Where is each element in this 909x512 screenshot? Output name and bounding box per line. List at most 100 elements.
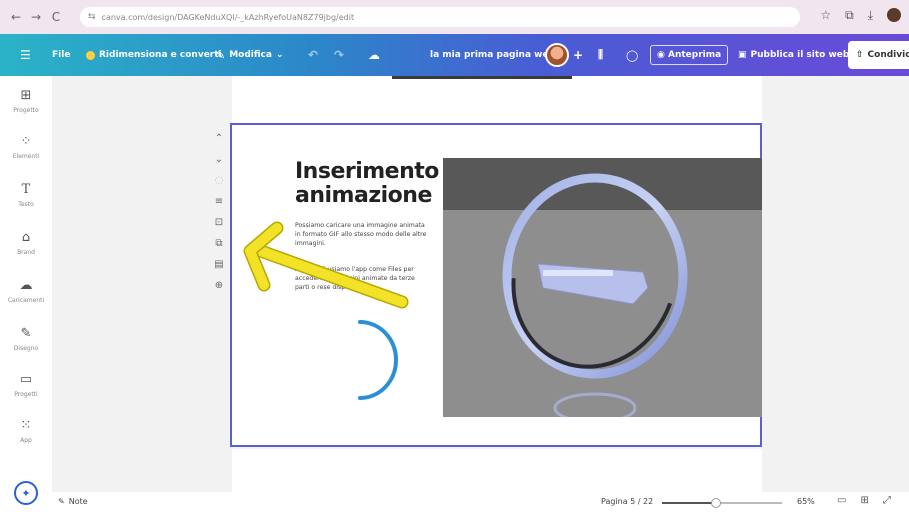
share-upload-icon: ⇧: [856, 50, 864, 60]
brand-icon: ⌂: [21, 230, 31, 245]
magic-assistant-button[interactable]: ✦: [14, 481, 38, 505]
website-icon: ▣: [738, 50, 747, 60]
undo-button[interactable]: ↶: [308, 34, 318, 76]
sidebar-item-brand[interactable]: ⌂ Brand: [0, 230, 52, 256]
move-page-up-icon[interactable]: ⌃: [215, 128, 223, 149]
animated-gif-image[interactable]: [443, 158, 762, 417]
sidebar-item-label: Brand: [17, 249, 35, 256]
notes-icon: ✎: [58, 497, 65, 506]
sidebar-item-label: Progetto: [13, 107, 39, 114]
chevron-down-icon: ⌄: [275, 50, 284, 60]
fullscreen-icon[interactable]: ⤢: [883, 495, 891, 506]
redo-button[interactable]: ↷: [334, 34, 344, 76]
grid-view-icon[interactable]: ⊞: [860, 495, 868, 506]
preview-button[interactable]: ◉ Anteprima: [650, 34, 729, 76]
address-bar[interactable]: ⇆ canva.com/design/DAGKeNduXQI/-_kAzhRye…: [80, 7, 800, 27]
redo-icon: ↷: [334, 48, 345, 62]
comment-icon: ◯: [626, 48, 639, 62]
sidebar-item-elements[interactable]: ⁘ Elementi: [0, 134, 52, 160]
slide-title-line1: Inserimento: [295, 159, 439, 184]
save-status-button[interactable]: ☁: [368, 34, 380, 76]
pencil-icon: ✎: [216, 48, 226, 62]
preview-button-frame: ◉ Anteprima: [650, 45, 729, 65]
page-indicator[interactable]: Pagina 5 / 22: [601, 497, 653, 506]
browser-profile-avatar[interactable]: [887, 8, 901, 22]
preview-label: Anteprima: [668, 50, 722, 60]
publish-label: Pubblica il sito web: [750, 50, 850, 60]
slide-paragraph-1[interactable]: Possiamo caricare una immagine animata i…: [295, 221, 430, 248]
text-icon: T: [21, 182, 31, 197]
upload-cloud-icon: ☁: [19, 278, 33, 293]
collaborator-avatar[interactable]: +: [545, 34, 583, 76]
page-side-tools: ⌃ ⌄ ◌ ≡ ⊡ ⧉ ▤ ⊕: [210, 128, 228, 296]
download-icon[interactable]: ⤓: [868, 8, 873, 23]
delete-page-icon[interactable]: ▤: [214, 254, 223, 275]
zoom-level[interactable]: 65%: [797, 497, 815, 506]
editor-toolbar: ☰ File Ridimensiona e converti ✎ Modific…: [0, 34, 909, 76]
layout-icon: ⊞: [20, 88, 32, 103]
site-info-icon[interactable]: ⇆: [88, 12, 96, 22]
folder-icon: ▭: [19, 372, 33, 387]
zoom-slider[interactable]: [662, 498, 782, 508]
share-button[interactable]: ⇧ Condividi: [848, 41, 909, 69]
zoom-slider-handle[interactable]: [711, 498, 721, 508]
sidebar-item-text[interactable]: T Testo: [0, 182, 52, 208]
bottom-status-bar: ✎ Note Pagina 5 / 22 65% ▭ ⊞ ⤢: [52, 492, 909, 512]
browser-actions: ☆ ⧉ ⤓: [820, 8, 901, 23]
edit-mode-label: Modifica: [229, 50, 272, 60]
undo-icon: ↶: [308, 48, 319, 62]
sidebar-item-label: App: [20, 437, 32, 444]
share-label: Condividi: [867, 50, 909, 60]
notes-button[interactable]: ✎ Note: [58, 497, 88, 506]
publish-website-button[interactable]: ▣ Pubblica il sito web: [738, 34, 849, 76]
sidebar-item-projects[interactable]: ▭ Progetti: [0, 372, 52, 398]
bookmark-star-icon[interactable]: ☆: [820, 8, 831, 23]
slide-paragraph-2[interactable]: Altrimenti usiamo l'app come Files per a…: [295, 265, 430, 292]
next-page-preview[interactable]: [232, 449, 762, 492]
design-title[interactable]: la mia prima pagina web: [430, 34, 555, 76]
shapes-icon: ⁘: [20, 134, 32, 149]
url-text: canva.com/design/DAGKeNduXQI/-_kAzhRyefo…: [101, 12, 355, 22]
add-page-icon[interactable]: ⊕: [215, 275, 223, 296]
previous-page-preview[interactable]: [232, 76, 762, 126]
duplicate-page-icon[interactable]: ⧉: [215, 233, 222, 254]
move-page-down-icon[interactable]: ⌄: [215, 149, 223, 170]
sidebar-item-project[interactable]: ⊞ Progetto: [0, 88, 52, 114]
previous-page-image-edge: [392, 76, 572, 79]
hide-page-icon[interactable]: ◌: [215, 170, 224, 191]
sidebar-item-draw[interactable]: ✎ Disegno: [0, 326, 52, 352]
sparkle-icon: ✦: [21, 486, 31, 500]
apps-grid-icon: ⁙: [20, 418, 32, 433]
left-sidebar: ⊞ Progetto ⁘ Elementi T Testo ⌂ Brand ☁ …: [0, 76, 52, 512]
edit-mode-button[interactable]: ✎ Modifica ⌄: [216, 34, 284, 76]
reload-icon[interactable]: C: [48, 10, 64, 24]
main-menu-button[interactable]: ☰: [20, 34, 31, 76]
add-collaborator-icon[interactable]: +: [573, 48, 583, 62]
insights-button[interactable]: ⫼: [598, 34, 603, 76]
lock-icon[interactable]: ⊡: [215, 212, 223, 233]
zoom-slider-fill: [662, 502, 716, 504]
sidebar-item-label: Disegno: [13, 345, 39, 352]
view-controls: ▭ ⊞ ⤢: [837, 495, 891, 506]
ring-reflection: [553, 392, 637, 417]
menu-icon: ☰: [20, 48, 31, 62]
user-avatar: [545, 43, 569, 67]
sidebar-item-label: Caricamenti: [7, 297, 45, 304]
rotating-ring-graphic: [502, 173, 688, 417]
slide-title[interactable]: Inserimento animazione: [295, 160, 439, 208]
sidebar-item-uploads[interactable]: ☁ Caricamenti: [0, 278, 52, 304]
cloud-check-icon: ☁: [368, 48, 380, 62]
back-icon[interactable]: ←: [8, 10, 24, 24]
resize-button[interactable]: Ridimensiona e converti: [86, 34, 222, 76]
draw-pen-icon: ✎: [20, 326, 32, 341]
sidebar-item-apps[interactable]: ⁙ App: [0, 418, 52, 444]
page-view-icon[interactable]: ▭: [837, 495, 846, 506]
extensions-icon[interactable]: ⧉: [845, 8, 854, 23]
forward-icon[interactable]: →: [28, 10, 44, 24]
file-menu-button[interactable]: File: [52, 34, 70, 76]
comments-button[interactable]: ◯: [626, 34, 638, 76]
resize-label: Ridimensiona e converti: [99, 50, 222, 60]
page-notes-icon[interactable]: ≡: [215, 191, 223, 212]
notes-label: Note: [68, 497, 88, 506]
sidebar-item-label: Elementi: [12, 153, 40, 160]
